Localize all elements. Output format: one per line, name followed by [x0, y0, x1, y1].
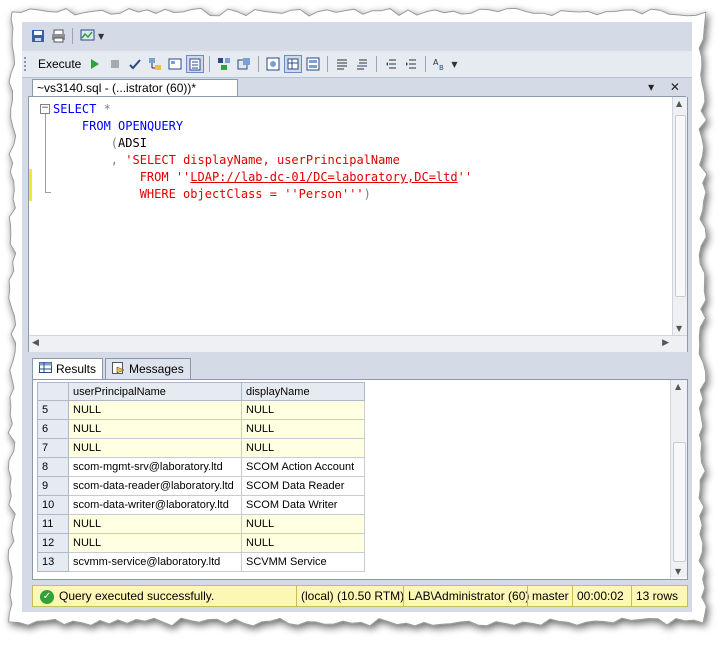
cell-displayname[interactable]: NULL [241, 533, 365, 553]
specify-template-values-icon[interactable]: AB [431, 55, 449, 73]
cell-displayname[interactable]: NULL [241, 419, 365, 439]
messages-icon [112, 361, 125, 377]
code-line-5: FROM ''LDAP://lab-dc-01/DC=laboratory,DC… [53, 170, 473, 184]
cell-displayname[interactable]: NULL [241, 400, 365, 420]
change-connection-icon[interactable] [146, 55, 164, 73]
cell-userprincipalname[interactable]: NULL [68, 533, 242, 553]
editor-vertical-scrollbar[interactable]: ▲ ▼ [672, 97, 687, 335]
code-line-3: (ADSI [110, 136, 147, 150]
column-header-userprincipalname[interactable]: userPrincipalName [68, 382, 242, 401]
collapse-region-icon[interactable]: − [40, 104, 50, 114]
grid-icon [39, 362, 52, 376]
grid-vertical-scrollbar[interactable]: ▲ ▼ [670, 380, 687, 578]
query-options-icon[interactable] [215, 55, 233, 73]
status-user: LAB\Administrator (60) [403, 586, 529, 606]
document-tab-title: ~vs3140.sql - (...istrator (60))* [37, 81, 197, 95]
query-editor[interactable]: − SELECT * FROM OPENQUERY (ADSI , 'SELEC… [28, 97, 688, 352]
cell-userprincipalname[interactable]: NULL [68, 438, 242, 458]
row-number[interactable]: 7 [37, 438, 69, 458]
editor-results-splitter[interactable] [28, 352, 686, 357]
code-line-1: SELECT * [53, 102, 111, 116]
ssms-window: ▼ Execute AB ▼ ~vs3140.sql - (...istrato… [22, 22, 692, 612]
activity-monitor-icon[interactable] [78, 27, 96, 45]
cell-displayname[interactable]: SCOM Action Account [241, 457, 365, 477]
table-row[interactable]: 8 scom-mgmt-srv@laboratory.ltd SCOM Action… [37, 457, 365, 477]
table-row[interactable]: 9 scom-data-reader@laboratory.ltd SCOM Dat… [37, 476, 365, 496]
cell-displayname[interactable]: NULL [241, 438, 365, 458]
results-table: userPrincipalName displayName 5 NULL NULL 6… [37, 382, 365, 572]
row-number[interactable]: 6 [37, 419, 69, 439]
execute-button[interactable]: Execute [34, 57, 85, 71]
status-elapsed: 00:00:02 [572, 586, 631, 606]
row-number[interactable]: 8 [37, 457, 69, 477]
sql-toolbar-options-icon[interactable]: ▼ [451, 60, 457, 69]
cell-userprincipalname[interactable]: NULL [68, 514, 242, 534]
query-text[interactable]: SELECT * FROM OPENQUERY (ADSI , 'SELECT … [53, 101, 472, 203]
tab-results[interactable]: Results [32, 358, 104, 379]
client-statistics-icon[interactable] [284, 55, 303, 73]
column-header-displayname[interactable]: displayName [241, 382, 365, 401]
debug-icon[interactable] [86, 55, 104, 73]
top-toolbar: ▼ [28, 24, 104, 48]
table-row[interactable]: 6 NULL NULL [37, 419, 365, 439]
tab-messages[interactable]: Messages [105, 358, 191, 379]
cell-userprincipalname[interactable]: scvmm-service@laboratory.ltd [68, 552, 242, 572]
status-server: (local) (10.50 RTM) [296, 586, 404, 606]
print-icon[interactable] [49, 27, 67, 45]
table-row[interactable]: 5 NULL NULL [37, 400, 365, 420]
status-bar: ✓ Query executed successfully. (local) (1… [32, 585, 688, 607]
results-tabs: Results Messages [32, 358, 193, 379]
row-number[interactable]: 10 [37, 495, 69, 515]
status-database: master [527, 586, 572, 606]
stop-icon[interactable] [106, 55, 124, 73]
cell-userprincipalname[interactable]: scom-mgmt-srv@laboratory.ltd [68, 457, 242, 477]
cell-displayname[interactable]: SCOM Data Reader [241, 476, 365, 496]
toolbar-options-icon[interactable]: ▼ [98, 32, 104, 41]
table-row[interactable]: 7 NULL NULL [37, 438, 365, 458]
changed-lines-marker [29, 169, 32, 201]
row-header-corner[interactable] [37, 382, 69, 401]
success-check-icon: ✓ [40, 589, 54, 604]
document-tab-controls[interactable]: ▾ ✕ [648, 80, 686, 94]
results-to-grid-toggle-icon[interactable] [186, 55, 205, 73]
save-icon[interactable] [29, 27, 47, 45]
results-to-file-icon[interactable] [304, 55, 322, 73]
code-line-6: WHERE objectClass = ''Person''') [53, 187, 371, 201]
status-rows: 13 rows [631, 586, 682, 606]
status-message: ✓ Query executed successfully. [33, 586, 296, 606]
cell-userprincipalname[interactable]: scom-data-writer@laboratory.ltd [68, 495, 242, 515]
table-row[interactable]: 12 NULL NULL [37, 533, 365, 553]
uncomment-icon[interactable] [353, 55, 371, 73]
svg-text:B: B [439, 64, 444, 71]
table-row[interactable]: 11 NULL NULL [37, 514, 365, 534]
decrease-indent-icon[interactable] [382, 55, 400, 73]
row-number[interactable]: 5 [37, 400, 69, 420]
code-line-4: , 'SELECT displayName, userPrincipalName [110, 153, 400, 167]
row-number[interactable]: 11 [37, 514, 69, 534]
code-line-2: FROM OPENQUERY [81, 119, 184, 133]
sql-editor-toolbar: Execute AB ▼ [22, 51, 692, 78]
document-tab[interactable]: ~vs3140.sql - (...istrator (60))* [32, 79, 238, 97]
include-actual-plan-icon[interactable] [264, 55, 282, 73]
cell-userprincipalname[interactable]: scom-data-reader@laboratory.ltd [68, 476, 242, 496]
cell-userprincipalname[interactable]: NULL [68, 419, 242, 439]
cell-displayname[interactable]: SCVMM Service [241, 552, 365, 572]
row-number[interactable]: 12 [37, 533, 69, 553]
table-row[interactable]: 10 scom-data-writer@laboratory.ltd SCOM Da… [37, 495, 365, 515]
cell-displayname[interactable]: NULL [241, 514, 365, 534]
comment-icon[interactable] [333, 55, 351, 73]
editor-horizontal-scrollbar[interactable]: ◀ ▶ [29, 335, 687, 352]
parse-icon[interactable] [126, 55, 144, 73]
row-number[interactable]: 13 [37, 552, 69, 572]
cell-displayname[interactable]: SCOM Data Writer [241, 495, 365, 515]
results-grid[interactable]: userPrincipalName displayName 5 NULL NULL 6… [32, 379, 688, 580]
display-plan-icon[interactable] [166, 55, 184, 73]
intellisense-icon[interactable] [235, 55, 253, 73]
increase-indent-icon[interactable] [402, 55, 420, 73]
row-number[interactable]: 9 [37, 476, 69, 496]
table-row[interactable]: 13 scvmm-service@laboratory.ltd SCVMM Serv… [37, 552, 365, 572]
cell-userprincipalname[interactable]: NULL [68, 400, 242, 420]
